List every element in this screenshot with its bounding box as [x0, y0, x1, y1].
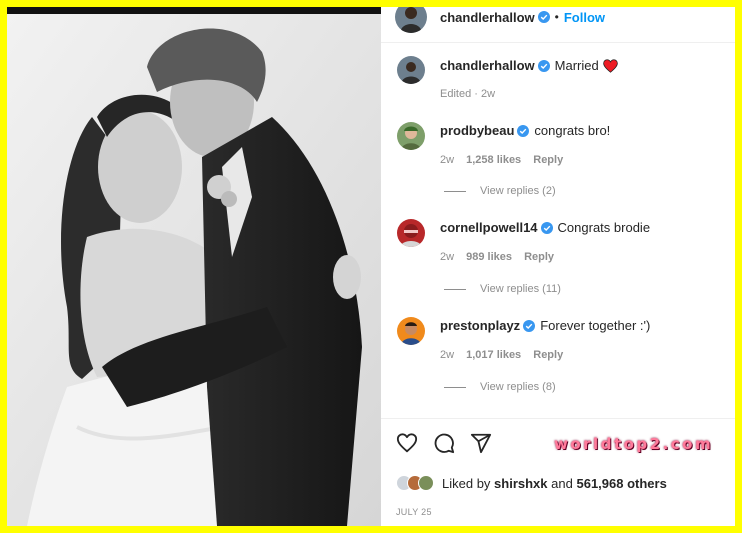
comment-line: cornellpowell14 Congrats brodie	[440, 220, 650, 235]
caption-meta: Edited · 2w	[440, 88, 496, 100]
verified-icon	[523, 319, 536, 332]
likes-prefix: Liked by	[442, 475, 491, 491]
reply-button[interactable]: Reply	[524, 251, 554, 263]
comment-age: 2w	[440, 154, 455, 166]
caption-username[interactable]: chandlerhallow	[440, 58, 535, 73]
comment-meta: 2w 989 likes Reply	[440, 251, 554, 263]
liker-avatar	[418, 475, 434, 491]
comment-username[interactable]: prestonplayz	[440, 318, 520, 333]
verified-icon	[540, 221, 553, 234]
action-bar: Liked by shirshxk and 561,968 others JUL…	[381, 418, 735, 526]
verified-icon	[537, 59, 550, 72]
view-replies-button[interactable]: View replies (8)	[444, 381, 556, 393]
caption-line: chandlerhallow Married	[440, 58, 618, 73]
comment-icon[interactable]	[433, 432, 455, 454]
comment-text: Congrats brodie	[557, 220, 651, 235]
comment-meta: 2w 1,258 likes Reply	[440, 154, 563, 166]
likes-summary[interactable]: Liked by shirshxk and 561,968 others	[396, 475, 667, 491]
replies-divider	[444, 288, 466, 290]
verified-icon	[537, 11, 550, 23]
likes-middle: and	[551, 475, 573, 491]
comment-text: congrats bro!	[534, 123, 611, 138]
view-replies-button[interactable]: View replies (2)	[444, 185, 556, 197]
comment-age: 2w	[440, 349, 455, 361]
watermark: worldtop2.com	[554, 435, 714, 453]
replies-divider	[444, 386, 466, 388]
comment-avatar[interactable]	[397, 317, 425, 345]
red-heart-icon	[602, 58, 618, 73]
comment-avatar[interactable]	[397, 219, 425, 247]
follow-button[interactable]: Follow	[564, 10, 605, 25]
view-replies-label: View replies (11)	[480, 283, 561, 295]
comment-age: 2w	[440, 251, 455, 263]
header-avatar[interactable]	[395, 7, 427, 33]
comments-panel: chandlerhallow • Follow chandlerhallow M…	[381, 7, 735, 526]
view-replies-label: View replies (8)	[480, 381, 556, 393]
comment-likes[interactable]: 989 likes	[466, 251, 512, 263]
separator-dot: •	[554, 10, 559, 24]
likes-user[interactable]: shirshxk	[494, 476, 547, 491]
comment-text: Forever together :')	[540, 318, 651, 333]
view-replies-label: View replies (2)	[480, 185, 556, 197]
post-photo[interactable]	[7, 7, 381, 526]
likes-count[interactable]: 561,968 others	[576, 476, 666, 491]
liker-avatars	[396, 475, 434, 491]
verified-icon	[517, 124, 530, 137]
comment-line: prodbybeau congrats bro!	[440, 123, 610, 138]
post-date: JULY 25	[396, 507, 432, 517]
caption-text: Married	[554, 58, 599, 73]
post-frame: chandlerhallow • Follow chandlerhallow M…	[7, 7, 735, 526]
reply-button[interactable]: Reply	[533, 154, 563, 166]
view-replies-button[interactable]: View replies (11)	[444, 283, 561, 295]
comment-meta: 2w 1,017 likes Reply	[440, 349, 563, 361]
share-icon[interactable]	[470, 432, 492, 454]
comment-likes[interactable]: 1,258 likes	[466, 154, 521, 166]
header-username[interactable]: chandlerhallow	[440, 10, 535, 25]
post-header: chandlerhallow • Follow	[381, 7, 735, 43]
comment-line: prestonplayz Forever together :')	[440, 318, 650, 333]
comment-username[interactable]: prodbybeau	[440, 123, 514, 138]
comment-username[interactable]: cornellpowell14	[440, 220, 538, 235]
reply-button[interactable]: Reply	[533, 349, 563, 361]
heart-icon[interactable]	[396, 432, 418, 454]
caption-avatar[interactable]	[397, 56, 425, 84]
replies-divider	[444, 190, 466, 192]
comment-avatar[interactable]	[397, 122, 425, 150]
comment-likes[interactable]: 1,017 likes	[466, 349, 521, 361]
